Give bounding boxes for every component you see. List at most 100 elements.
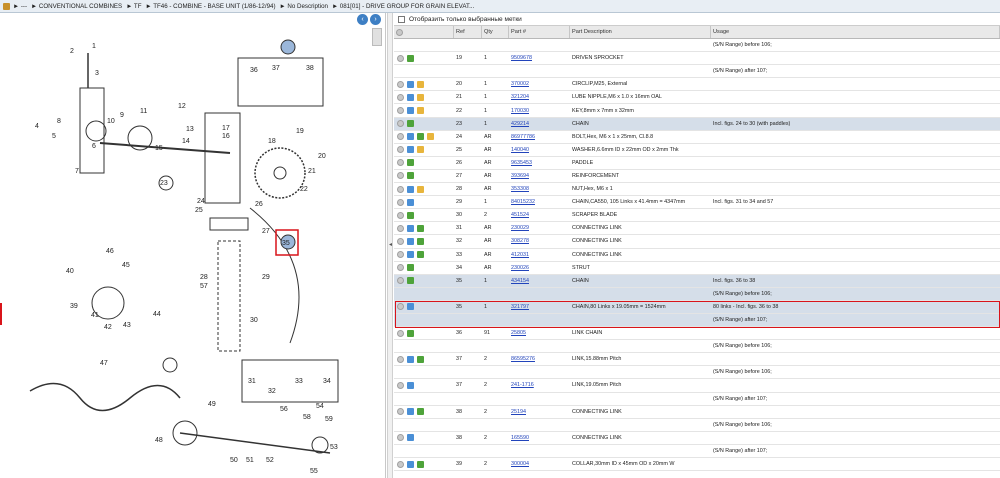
col-header-part[interactable]: Part # (509, 26, 570, 38)
part-number-link[interactable]: 86977786 (509, 134, 570, 140)
breadcrumb-item[interactable]: ► TF (126, 3, 141, 10)
arrow-icon[interactable] (407, 224, 414, 232)
table-row[interactable]: 33 AR 412031 CONNECTING LINK (394, 249, 1000, 262)
table-row[interactable]: 27 AR 393694 REINFORCEMENT (394, 170, 1000, 184)
info-icon[interactable] (397, 159, 404, 167)
info-icon[interactable] (397, 185, 404, 193)
info-icon[interactable] (397, 251, 404, 259)
table-row[interactable]: 35 1 434154 CHAIN Incl. figs. 36 to 38 (394, 274, 1000, 288)
table-row[interactable]: 21 1 321204 LUBE NIPPLE,M6 x 1.0 x 16mm OAL (394, 91, 1000, 105)
info-icon[interactable] (397, 107, 404, 115)
arrow-icon[interactable] (407, 251, 414, 259)
col-header-qty[interactable]: Qty (482, 26, 509, 38)
part-number-link[interactable]: 412031 (509, 252, 570, 258)
settings-icon[interactable] (396, 29, 403, 36)
arrow-icon[interactable] (407, 80, 414, 88)
breadcrumb-item[interactable]: ► CONVENTIONAL COMBINES (31, 3, 122, 10)
arrow-icon[interactable] (407, 408, 414, 416)
info-icon[interactable] (397, 381, 404, 389)
info-icon[interactable] (397, 277, 404, 285)
info-icon[interactable] (397, 120, 404, 128)
arrow-icon[interactable] (407, 355, 414, 363)
table-row[interactable]: 30 2 451524 SCRAPER BLADE (394, 209, 1000, 223)
table-row[interactable]: 29 1 84015232 CHAIN,CA550, 105 Links x 41.4… (394, 196, 1000, 210)
table-row[interactable]: (S/N Range) before 106; (394, 419, 1000, 432)
info-icon[interactable] (397, 54, 404, 62)
info-icon[interactable] (397, 133, 404, 141)
share-arrow-icon[interactable] (407, 54, 414, 62)
part-number-link[interactable]: 9509678 (509, 55, 570, 61)
arrow-icon[interactable] (407, 93, 414, 101)
table-row[interactable]: 19 1 9509678 DRIVEN SPROCKET (394, 52, 1000, 66)
info-icon[interactable] (397, 434, 404, 442)
part-number-link[interactable]: 434154 (509, 278, 570, 284)
share-arrow-icon[interactable] (407, 120, 414, 128)
col-header-ref[interactable]: Ref (454, 26, 482, 38)
table-row[interactable]: (S/N Range) before 106; (394, 340, 1000, 354)
arrow-icon[interactable] (407, 133, 414, 141)
table-row[interactable]: 22 1 170030 KEY,8mm x 7mm x 32mm (394, 104, 1000, 118)
part-number-link[interactable]: 165590 (509, 435, 570, 441)
part-number-link[interactable]: 353308 (509, 186, 570, 192)
info-icon[interactable] (397, 329, 404, 337)
part-number-link[interactable]: 25194 (509, 409, 570, 415)
table-row[interactable]: 38 2 165590 CONNECTING LINK (394, 432, 1000, 445)
table-row[interactable]: (S/N Range) after 107; (394, 393, 1000, 406)
info-icon[interactable] (397, 408, 404, 416)
table-row[interactable]: 28 AR 353308 NUT,Hex, M6 x 1 (394, 183, 1000, 197)
share-arrow-icon[interactable] (407, 264, 414, 272)
table-row[interactable]: (S/N Range) after 107; (394, 65, 1000, 79)
share-arrow-icon[interactable] (417, 133, 424, 141)
info-icon[interactable] (397, 224, 404, 232)
share-arrow-icon[interactable] (417, 224, 424, 232)
share-arrow-icon[interactable] (417, 460, 424, 468)
table-row[interactable]: 37 2 241-1716 LINK,19.05mm Pitch (394, 379, 1000, 393)
part-number-link[interactable]: 170030 (509, 108, 570, 114)
part-number-link[interactable]: 25805 (509, 330, 570, 336)
part-number-link[interactable]: 140040 (509, 147, 570, 153)
col-header-usage[interactable]: Usage (711, 26, 1000, 38)
package-icon[interactable] (417, 93, 424, 101)
package-icon[interactable] (417, 80, 424, 88)
home-icon[interactable] (3, 2, 10, 10)
info-icon[interactable] (397, 237, 404, 245)
share-arrow-icon[interactable] (417, 251, 424, 259)
table-row[interactable]: 24 AR 86977786 BOLT,Hex, M6 x 1 x 25mm, Cl.… (394, 131, 1000, 144)
part-number-link[interactable]: 86595276 (509, 356, 570, 362)
part-number-link[interactable]: 84015232 (509, 199, 570, 205)
part-number-link[interactable]: 429214 (509, 121, 570, 127)
part-number-link[interactable]: 241-1716 (509, 382, 570, 388)
package-icon[interactable] (417, 107, 424, 115)
table-row[interactable]: 39 2 300004 COLLAR,30mm ID x 45mm OD x 20mm… (394, 458, 1000, 472)
info-icon[interactable] (397, 198, 404, 206)
part-number-link[interactable]: 230026 (509, 265, 570, 271)
table-row[interactable]: 20 1 370002 CIRCLIP,M25, External (394, 78, 1000, 92)
pane-splitter[interactable]: ◂ (387, 13, 393, 478)
share-arrow-icon[interactable] (417, 237, 424, 245)
info-icon[interactable] (397, 264, 404, 272)
part-number-link[interactable]: 9635453 (509, 160, 570, 166)
part-number-link[interactable]: 393694 (509, 173, 570, 179)
share-arrow-icon[interactable] (417, 408, 424, 416)
part-number-link[interactable]: 308278 (509, 238, 570, 244)
share-arrow-icon[interactable] (407, 159, 414, 167)
package-icon[interactable] (427, 133, 434, 141)
share-arrow-icon[interactable] (407, 277, 414, 285)
arrow-icon[interactable] (407, 185, 414, 193)
table-row[interactable]: (S/N Range) before 106; (394, 366, 1000, 380)
arrow-icon[interactable] (407, 434, 414, 442)
table-row[interactable]: 26 AR 9635453 PADDLE (394, 157, 1000, 170)
part-number-link[interactable]: 300004 (509, 461, 570, 467)
table-row[interactable]: (S/N Range) before 106; (394, 287, 1000, 301)
arrow-icon[interactable] (407, 146, 414, 154)
arrow-icon[interactable] (407, 460, 414, 468)
info-icon[interactable] (397, 93, 404, 101)
share-arrow-icon[interactable] (417, 355, 424, 363)
share-arrow-icon[interactable] (407, 211, 414, 219)
arrow-icon[interactable] (407, 237, 414, 245)
col-header-description[interactable]: Part Description (570, 26, 711, 38)
breadcrumb-item[interactable]: ► No Description (280, 3, 328, 10)
table-row[interactable]: (S/N Range) after 107; (394, 445, 1000, 458)
table-row[interactable]: 23 1 429214 CHAIN Incl. figs. 24 to 30 (with… (394, 117, 1000, 131)
part-number-link[interactable]: 370002 (509, 81, 570, 87)
